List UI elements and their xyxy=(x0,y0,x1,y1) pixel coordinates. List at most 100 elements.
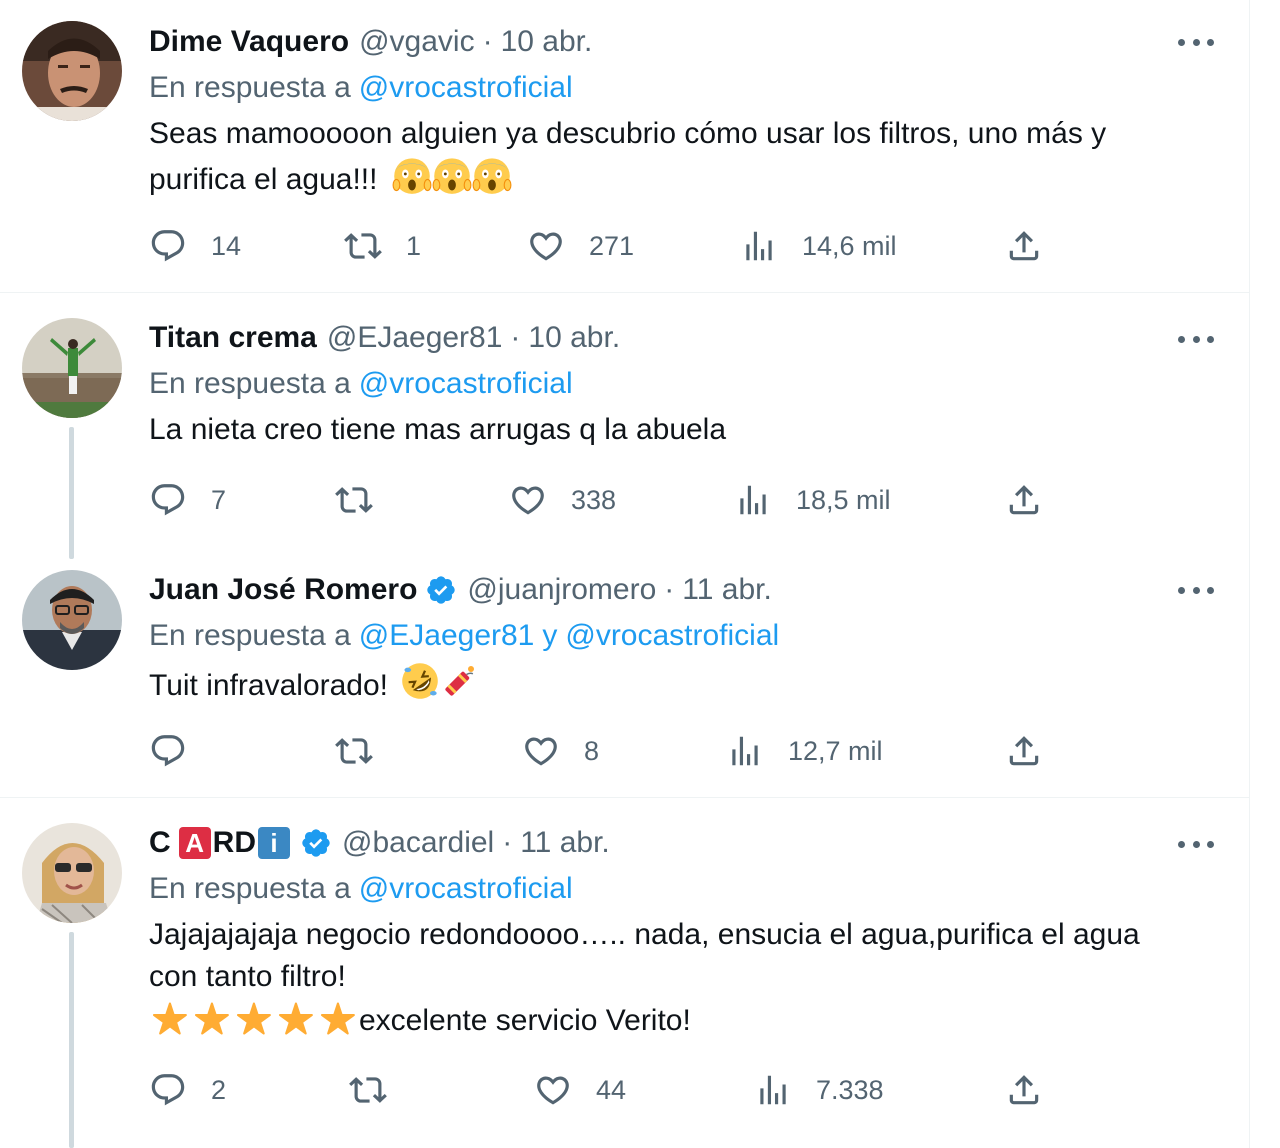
display-name[interactable]: C xyxy=(149,826,171,860)
thread-connector xyxy=(69,932,74,1148)
rolling-on-floor-laughing-icon xyxy=(400,661,440,701)
share-button[interactable] xyxy=(1005,731,1043,771)
views-icon xyxy=(734,481,772,519)
display-name[interactable]: Dime Vaquero xyxy=(149,25,349,59)
heart-icon xyxy=(534,1071,572,1109)
mention-link[interactable]: @EJaeger81 xyxy=(359,619,535,653)
tweet-1[interactable]: Dime Vaquero @vgavic · 10 abr. En respue… xyxy=(0,0,1250,292)
share-button[interactable] xyxy=(1005,226,1043,266)
tweet-text-line: Jajajajajaja negocio redondoooo….. nada,… xyxy=(149,918,1140,951)
like-button[interactable]: 44 xyxy=(534,1070,626,1110)
share-icon xyxy=(1005,227,1043,265)
tweet-text-line: Seas mamooooon alguien ya descubrio cómo… xyxy=(149,117,1107,150)
reply-icon xyxy=(149,481,187,519)
avatar[interactable] xyxy=(22,823,122,923)
share-button[interactable] xyxy=(1005,480,1043,520)
mention-link[interactable]: @vrocastroficial xyxy=(565,619,779,653)
tweet-4[interactable]: C A RD i @bacardiel · 11 abr. En respues… xyxy=(0,798,1250,1148)
face-screaming-in-fear-icon xyxy=(392,155,432,195)
star-icon xyxy=(275,998,317,1036)
user-handle[interactable]: @juanjromero xyxy=(467,573,656,607)
more-options-icon[interactable] xyxy=(1178,584,1214,596)
retweet-button[interactable] xyxy=(349,1070,387,1110)
more-options-icon[interactable] xyxy=(1178,333,1214,345)
face-screaming-in-fear-icon xyxy=(472,155,512,195)
face-screaming-in-fear-icon xyxy=(432,155,472,195)
tweet-3[interactable]: Juan José Romero @juanjromero · 11 abr. … xyxy=(0,559,1250,797)
share-button[interactable] xyxy=(1005,1070,1043,1110)
user-handle[interactable]: @EJaeger81 xyxy=(327,321,503,355)
tweet-text-fragment: Tuit infravalorado! xyxy=(149,669,389,702)
reply-count: 7 xyxy=(211,484,227,515)
avatar[interactable] xyxy=(22,318,122,418)
like-button[interactable]: 338 xyxy=(509,480,616,520)
reply-icon xyxy=(149,227,187,265)
separator-dot: · xyxy=(502,826,513,859)
mention-link[interactable]: @vrocastroficial xyxy=(359,71,573,105)
tweet-text-line: con tanto filtro! xyxy=(149,960,346,993)
avatar[interactable] xyxy=(22,570,122,670)
tweet-actions: 14 1 271 14,6 mil xyxy=(149,226,1229,266)
like-count: 44 xyxy=(596,1074,627,1105)
display-name[interactable]: Titan crema xyxy=(149,321,317,355)
tweet-actions: 8 12,7 mil xyxy=(149,731,1229,771)
heart-icon xyxy=(509,481,547,519)
reply-button[interactable]: 2 xyxy=(149,1070,226,1110)
like-count: 271 xyxy=(589,230,635,261)
retweet-count: 1 xyxy=(406,230,422,261)
tweet-date[interactable]: 11 abr. xyxy=(682,573,772,607)
thread-connector xyxy=(69,427,74,559)
user-handle[interactable]: @bacardiel xyxy=(342,826,494,860)
views-button[interactable]: 12,7 mil xyxy=(726,731,883,771)
reply-context: En respuesta a @vrocastroficial xyxy=(149,869,573,909)
star-icon xyxy=(149,998,191,1036)
retweet-button[interactable] xyxy=(335,731,373,771)
retweet-button[interactable] xyxy=(335,480,397,520)
like-button[interactable]: 8 xyxy=(522,731,599,771)
reply-prefix: En respuesta a xyxy=(149,367,351,400)
tweet-text-line: La nieta creo tiene mas arrugas q la abu… xyxy=(149,413,727,446)
reply-button[interactable]: 14 xyxy=(149,226,241,266)
tweet-text-fragment: excelente servicio Verito! xyxy=(359,1004,691,1037)
tweet-actions: 7 338 18,5 mil xyxy=(149,480,1229,520)
view-count: 7.338 xyxy=(816,1074,884,1105)
tweet-text: Tuit infravalorado! xyxy=(149,661,1229,707)
more-options-icon[interactable] xyxy=(1178,36,1214,48)
reply-context: En respuesta a @vrocastroficial xyxy=(149,364,573,404)
mention-link[interactable]: @vrocastroficial xyxy=(359,872,573,906)
retweet-icon xyxy=(344,227,382,265)
reply-feed: Dime Vaquero @vgavic · 10 abr. En respue… xyxy=(0,0,1250,1148)
tweet-date[interactable]: 10 abr. xyxy=(501,25,593,59)
views-icon xyxy=(726,732,764,770)
display-name-fragment[interactable]: RD xyxy=(213,826,256,860)
tweet-text-fragment: purifica el agua!!! xyxy=(149,163,378,196)
tweet-date[interactable]: 10 abr. xyxy=(528,321,620,355)
more-options-icon[interactable] xyxy=(1178,838,1214,850)
tweet-2[interactable]: Titan crema @EJaeger81 · 10 abr. En resp… xyxy=(0,293,1250,559)
tweet-text-line: purifica el agua!!! xyxy=(149,155,1229,201)
share-icon xyxy=(1005,732,1043,770)
like-button[interactable]: 271 xyxy=(527,226,634,266)
views-icon xyxy=(754,1071,792,1109)
views-button[interactable]: 14,6 mil xyxy=(740,226,897,266)
display-name[interactable]: Juan José Romero xyxy=(149,573,417,607)
reply-button[interactable] xyxy=(149,731,187,771)
avatar[interactable] xyxy=(22,21,122,121)
reply-prefix: En respuesta a xyxy=(149,71,351,104)
views-button[interactable]: 7.338 xyxy=(754,1070,884,1110)
reply-button[interactable]: 7 xyxy=(149,480,226,520)
tweet-text-line: Tuit infravalorado! xyxy=(149,661,1229,707)
verified-badge-icon xyxy=(425,574,457,606)
tweet-header: Juan José Romero @juanjromero · 11 abr. xyxy=(149,570,772,610)
retweet-button[interactable]: 1 xyxy=(344,226,421,266)
tweet-text: Jajajajajaja negocio redondoooo….. nada,… xyxy=(149,914,1229,1042)
user-handle[interactable]: @vgavic xyxy=(359,25,475,59)
tweet-text: Seas mamooooon alguien ya descubrio cómo… xyxy=(149,113,1229,201)
like-count: 8 xyxy=(584,735,600,766)
mention-link[interactable]: @vrocastroficial xyxy=(359,367,573,401)
mention-conjunction: y xyxy=(542,619,558,652)
reply-count: 14 xyxy=(211,230,242,261)
reply-context: En respuesta a @vrocastroficial xyxy=(149,68,573,108)
tweet-date[interactable]: 11 abr. xyxy=(520,826,610,860)
views-button[interactable]: 18,5 mil xyxy=(734,480,891,520)
